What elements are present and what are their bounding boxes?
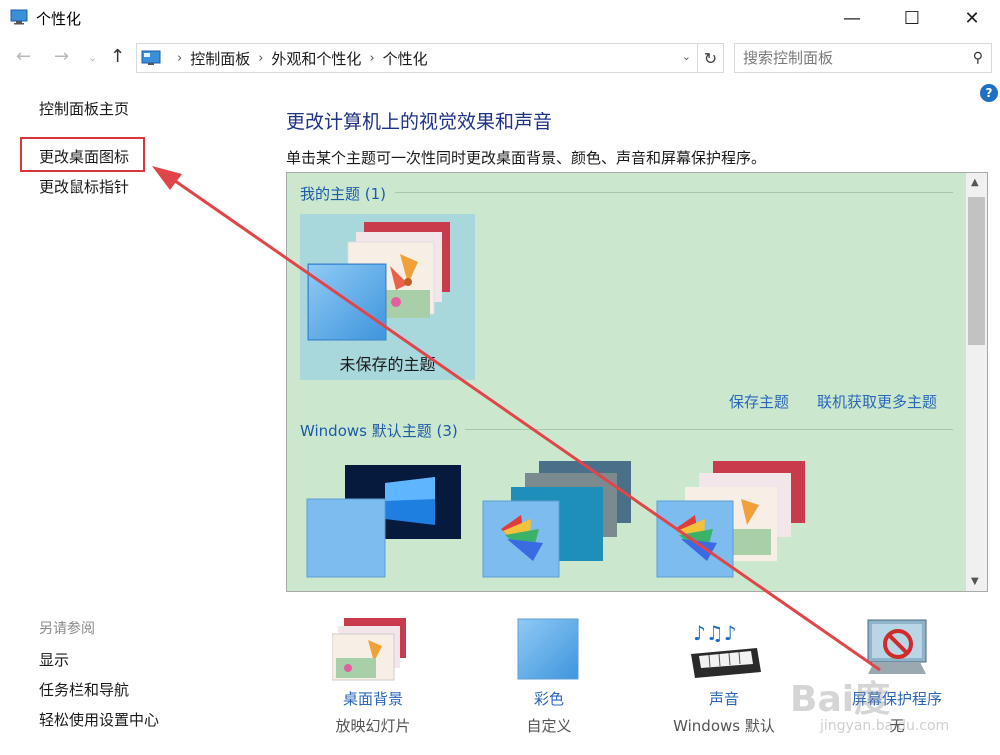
address-dropdown-icon[interactable]: ⌄ [682,50,691,63]
refresh-button[interactable]: ↻ [698,43,724,73]
search-icon[interactable]: ⚲ [973,50,983,66]
color-value: 自定义 [526,717,572,735]
screensaver-label[interactable]: 屏幕保护程序 [822,688,972,709]
scroll-thumb[interactable] [968,197,985,345]
recent-locations-dropdown-icon[interactable]: ⌄ [88,51,97,64]
windows-theme-tile-2[interactable] [481,459,641,581]
theme-preview-image [307,222,450,341]
get-more-themes-link[interactable]: 联机获取更多主题 [817,391,937,412]
windows-theme-tile[interactable] [305,463,465,581]
desktop-background-label[interactable]: 桌面背景 [298,688,448,709]
up-arrow-icon[interactable]: ↑ [110,46,125,67]
taskbar-navigation-link[interactable]: 任务栏和导航 [39,679,129,700]
theme-list: 我的主题 (1) 未保存的主题 保存主题 联机获取更多主题 Windows 默认… [286,172,988,592]
minimize-button[interactable]: — [822,0,882,36]
color-swatch-icon [517,618,579,680]
group-divider [465,429,953,430]
breadcrumb-separator: › [258,50,264,66]
desktop-background-icon [332,618,406,681]
sound-value: Windows 默认 [673,717,775,735]
ease-of-access-link[interactable]: 轻松使用设置中心 [39,709,159,730]
title-bar: 个性化 — ☐ ✕ [0,0,1000,36]
sound-piano-icon: ♪♫♪ [691,621,761,678]
change-mouse-pointer-link[interactable]: 更改鼠标指针 [39,176,129,197]
change-desktop-icons-link[interactable]: 更改桌面图标 [39,146,129,167]
control-panel-icon [141,50,161,65]
screensaver-icon [867,619,927,674]
breadcrumb-separator: › [177,50,183,66]
address-bar[interactable]: › 控制面板 › 外观和个性化 › 个性化 ⌄ [136,43,698,73]
window-title: 个性化 [36,10,82,28]
windows-theme-tile-3[interactable] [655,459,815,581]
unsaved-theme-tile[interactable]: 未保存的主题 [300,214,475,380]
desktop-background-value: 放映幻灯片 [335,717,411,735]
theme-list-scrollbar[interactable]: ▲ ▼ [965,173,987,591]
navigation-bar: ← → ⌄ ↑ › 控制面板 › 外观和个性化 › 个性化 ⌄ ↻ ⚲ [0,38,1000,78]
group-divider [395,192,953,193]
breadcrumb-personalization[interactable]: 个性化 [383,48,428,69]
windows-default-themes-label: Windows 默认主题 (3) [300,422,458,440]
sound-label[interactable]: 声音 [649,688,799,709]
page-title: 更改计算机上的视觉效果和声音 [286,111,553,133]
back-arrow-icon[interactable]: ← [16,46,31,67]
search-box[interactable]: ⚲ [734,43,992,73]
unsaved-theme-name: 未保存的主题 [339,355,436,374]
page-description: 单击某个主题可一次性同时更改桌面背景、颜色、声音和屏幕保护程序。 [286,149,767,167]
scroll-up-icon[interactable]: ▲ [971,177,979,188]
screensaver-value: 无 [889,717,905,735]
breadcrumb-control-panel[interactable]: 控制面板 [190,48,250,69]
search-input[interactable] [735,44,955,72]
see-also-heading: 另请参阅 [39,621,95,637]
control-panel-home-link[interactable]: 控制面板主页 [39,98,129,119]
breadcrumb-separator: › [369,50,375,66]
display-link[interactable]: 显示 [39,649,69,670]
forward-arrow-icon[interactable]: → [54,46,69,67]
svg-text:♪♫♪: ♪♫♪ [693,621,736,645]
maximize-button[interactable]: ☐ [882,0,942,36]
scroll-down-icon[interactable]: ▼ [971,576,979,587]
save-theme-link[interactable]: 保存主题 [729,391,789,412]
color-label[interactable]: 彩色 [474,688,624,709]
breadcrumb-appearance[interactable]: 外观和个性化 [271,48,361,69]
help-icon[interactable]: ? [980,84,998,102]
my-themes-label: 我的主题 (1) [300,185,387,203]
personalization-app-icon [10,9,28,25]
close-button[interactable]: ✕ [942,0,1000,36]
